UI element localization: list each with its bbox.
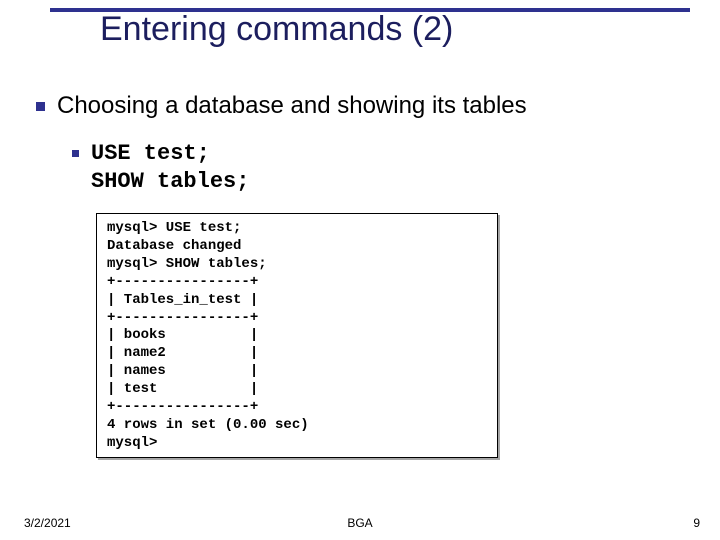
footer-author: BGA [347,516,372,530]
terminal-output-box: mysql> USE test; Database changed mysql>… [96,213,498,458]
bullet-level2: USE test; SHOW tables; [72,140,686,195]
footer-date: 3/2/2021 [24,516,71,530]
slide-title: Entering commands (2) [100,10,670,49]
terminal-output: mysql> USE test; Database changed mysql>… [107,220,487,453]
bullet-square-icon [36,102,45,111]
footer-page-number: 9 [693,516,700,530]
slide-body: Choosing a database and showing its tabl… [36,92,686,458]
bullet-level1-text: Choosing a database and showing its tabl… [57,92,527,120]
command-code: USE test; SHOW tables; [91,140,249,195]
bullet-square-icon [72,150,79,157]
bullet-level1: Choosing a database and showing its tabl… [36,92,686,120]
title-block: Entering commands (2) [50,8,670,49]
